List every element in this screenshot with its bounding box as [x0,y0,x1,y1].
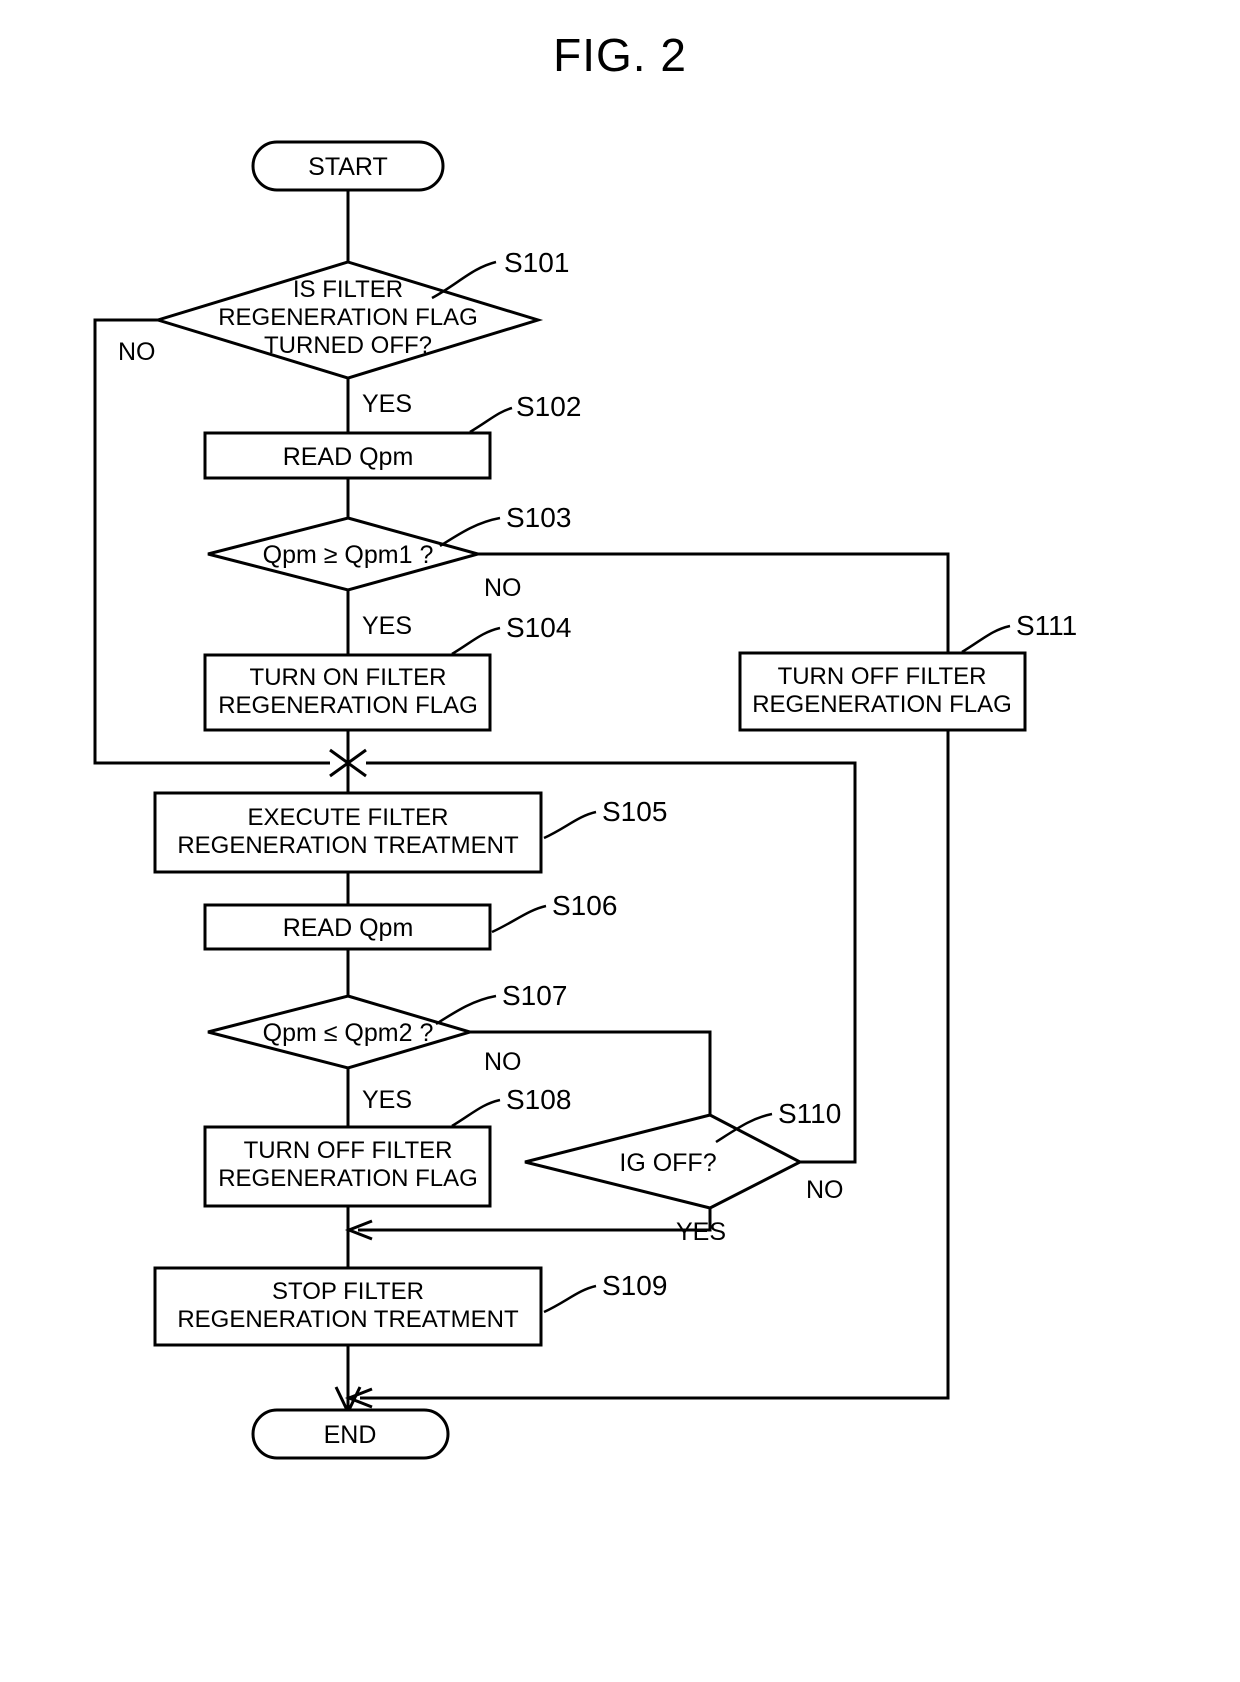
node-start-label: START [308,153,388,181]
node-s101-line-2: TURNED OFF? [264,332,432,359]
step-label-s108: S108 [506,1084,571,1115]
edge-label-s110-yes: YES [676,1218,726,1246]
node-s109-line-0: STOP FILTER [272,1278,424,1305]
leader-s109 [543,1284,597,1314]
node-s111-line-0: TURN OFF FILTER [778,663,987,690]
edge-label-s103-yes: YES [362,612,412,640]
flowchart-diagram: START IS FILTER REGENERATION FLAG TURNED… [93,140,1077,1460]
step-label-s101: S101 [504,247,569,278]
node-s108-line-1: REGENERATION FLAG [218,1165,478,1192]
node-s108-line-0: TURN OFF FILTER [244,1137,453,1164]
node-s104-line-0: TURN ON FILTER [250,664,447,691]
leader-s106 [491,904,547,934]
step-label-s109: S109 [602,1270,667,1301]
step-label-s102: S102 [516,391,581,422]
node-s105-line-0: EXECUTE FILTER [248,804,449,831]
step-label-s106: S106 [552,890,617,921]
figure-page: FIG. 2 START IS FILTER REGENERATION FLAG… [0,0,1240,1682]
node-end-label: END [324,1421,377,1449]
node-s110-line-0: IG OFF? [619,1149,716,1177]
step-label-s110: S110 [778,1098,841,1129]
leader-s107 [435,994,497,1026]
leader-s104 [451,626,501,656]
leader-s102 [469,406,513,434]
node-s103-line-0: Qpm ≥ Qpm1 ? [263,541,434,569]
leader-s108 [451,1098,501,1128]
edge-label-s103-no: NO [484,574,522,602]
node-s101-line-1: REGENERATION FLAG [218,304,478,331]
step-label-s105: S105 [602,796,667,827]
edge-label-s107-no: NO [484,1048,522,1076]
leader-s111 [961,624,1011,654]
node-s111-line-1: REGENERATION FLAG [752,691,1012,718]
node-s109-line-1: REGENERATION TREATMENT [177,1306,519,1333]
step-label-s107: S107 [502,980,567,1011]
leader-s103 [439,516,501,548]
node-s107-line-0: Qpm ≤ Qpm2 ? [263,1019,434,1047]
leader-s101 [431,260,497,300]
edge-label-s101-no: NO [118,338,156,366]
edge-label-s107-yes: YES [362,1086,412,1114]
step-label-s104: S104 [506,612,571,643]
edge-label-s110-no: NO [806,1176,844,1204]
step-label-s111: S111 [1016,610,1077,641]
node-s105-line-1: REGENERATION TREATMENT [177,832,519,859]
node-s104-line-1: REGENERATION FLAG [218,692,478,719]
edge-s110-yes-to-s109 [358,1208,712,1232]
edge-label-s101-yes: YES [362,390,412,418]
node-s102-line-0: READ Qpm [283,443,414,471]
node-s101-line-0: IS FILTER [293,276,403,303]
step-label-s103: S103 [506,502,571,533]
node-s106-line-0: READ Qpm [283,914,414,942]
leader-s105 [543,810,597,840]
